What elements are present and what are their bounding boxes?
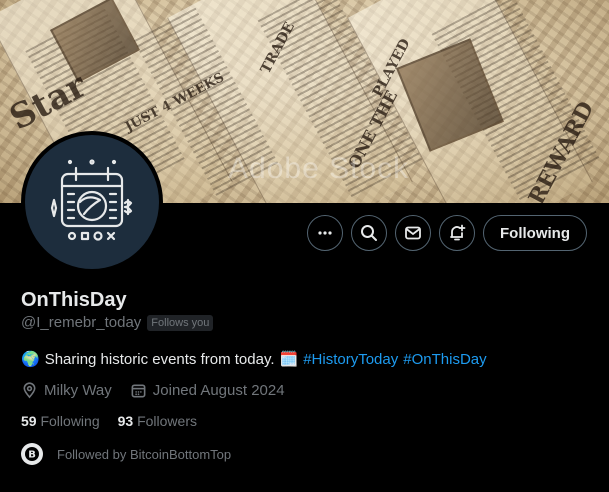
location-pin-icon: [23, 382, 36, 399]
followers-count: 93: [117, 413, 134, 429]
hashtag-link[interactable]: #OnThisDay: [403, 351, 486, 368]
handle-row: @I_remebr_today Follows you: [21, 314, 214, 331]
profile-bio: 🌍 Sharing historic events from today. 🗓️…: [21, 350, 487, 369]
following-label: Following: [40, 413, 100, 429]
display-name: OnThisDay: [21, 289, 127, 311]
calendar-globe-logo-icon: [50, 159, 133, 241]
message-icon: [405, 226, 421, 240]
followed-by-row[interactable]: B Followed by BitcoinBottomTop: [21, 443, 231, 465]
profile-meta: Milky Way Joined August 2024: [21, 382, 303, 399]
hashtag-link[interactable]: #HistoryToday: [303, 351, 398, 368]
notification-bell-icon: [450, 224, 466, 241]
svg-text:B: B: [28, 450, 36, 461]
username-handle: @I_remebr_today: [21, 314, 142, 331]
follower-avatar: B: [21, 443, 43, 465]
bitcoin-icon: B: [25, 447, 39, 461]
bio-text: Sharing historic events from today.: [44, 350, 275, 368]
search-icon: [361, 225, 377, 241]
followers-label: Followers: [137, 413, 197, 429]
following-count-link[interactable]: 59 Following: [21, 413, 100, 429]
notifications-button[interactable]: [439, 215, 475, 251]
calendar-icon: [131, 384, 146, 398]
follow-stats: 59 Following 93 Followers: [21, 413, 197, 429]
followed-by-text: Followed by BitcoinBottomTop: [57, 446, 232, 462]
join-date: Joined August 2024: [130, 382, 285, 399]
globe-emoji-icon: 🌍: [21, 351, 40, 368]
following-button[interactable]: Following: [483, 215, 587, 251]
more-icon: [318, 231, 332, 235]
calendar-emoji-icon: 🗓️: [279, 351, 299, 368]
more-options-button[interactable]: [307, 215, 343, 251]
profile-avatar[interactable]: [21, 131, 163, 273]
following-count: 59: [21, 413, 37, 429]
followers-count-link[interactable]: 93 Followers: [118, 413, 197, 429]
stock-watermark: Adobe Stock: [228, 152, 410, 185]
location-text: Milky Way: [44, 382, 112, 399]
follows-you-badge: Follows you: [147, 314, 214, 331]
location: Milky Way: [21, 382, 112, 399]
join-date-text: Joined August 2024: [152, 382, 285, 399]
search-profile-button[interactable]: [351, 215, 387, 251]
message-button[interactable]: [395, 215, 431, 251]
